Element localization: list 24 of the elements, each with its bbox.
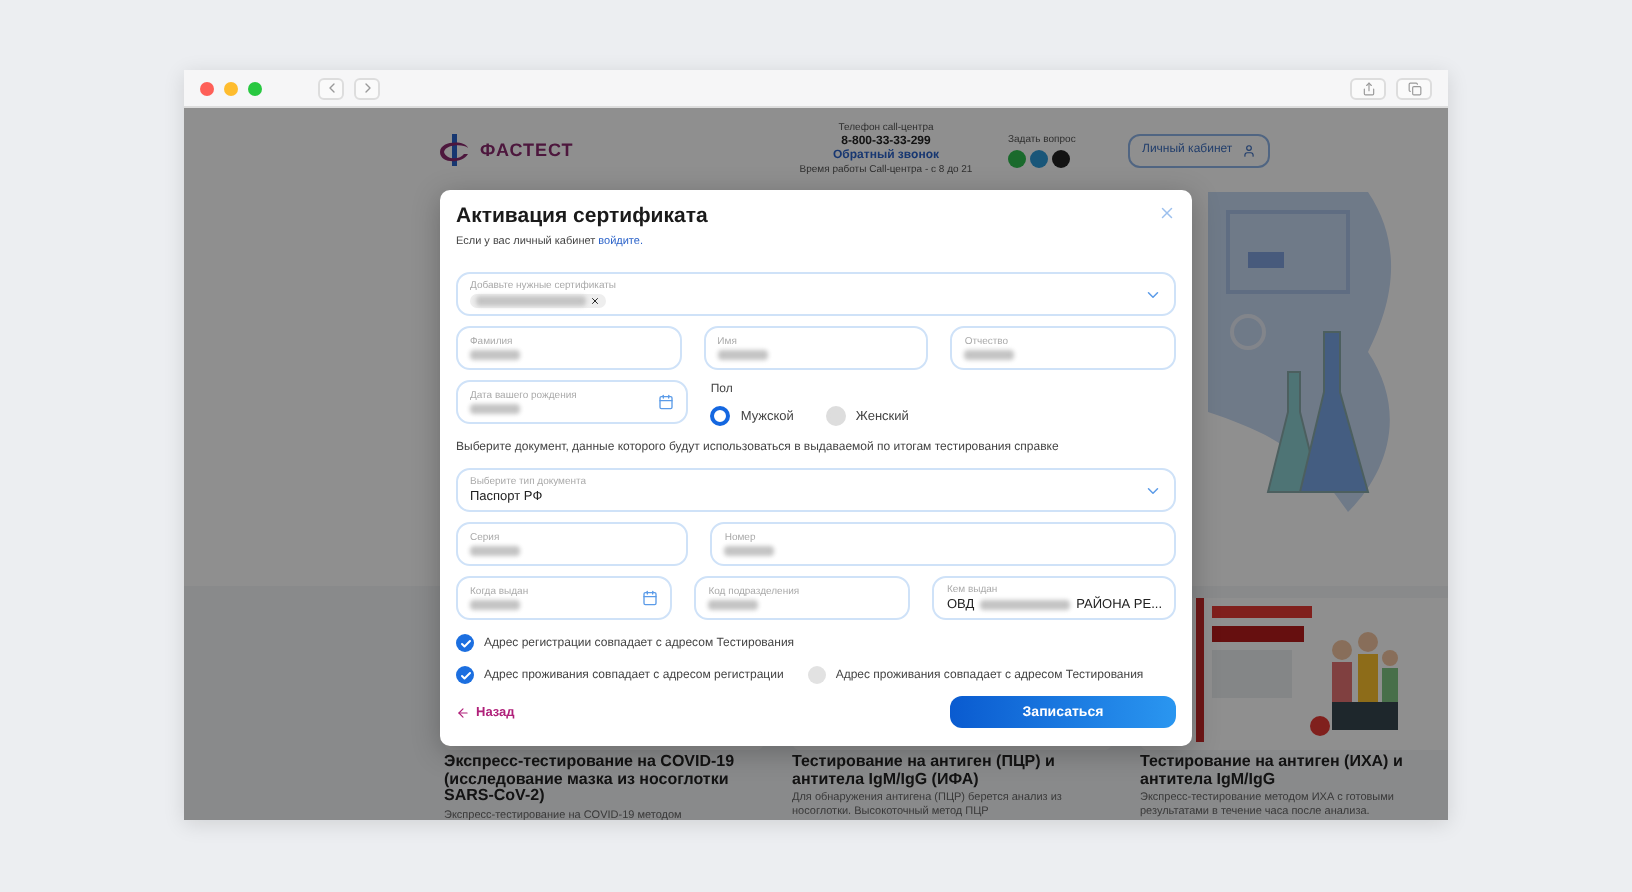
arrow-left-icon bbox=[456, 705, 470, 719]
card-title[interactable]: Экспресс-тестирование на COVID-19 (исследование мазка из носоглотки SARS-CoV-2) bbox=[444, 754, 764, 805]
logo-text: ФАСТЕСТ bbox=[480, 140, 574, 160]
checkbox[interactable] bbox=[456, 666, 474, 684]
card-title[interactable]: Тестирование на антиген (ПЦР) и антитела IgM/IgG (ИФА) bbox=[792, 754, 1112, 788]
checkbox[interactable] bbox=[807, 666, 826, 684]
card-title[interactable]: Тестирование на антиген (ИХА) и антитела IgM/IgG bbox=[1140, 754, 1448, 788]
maximize-window-icon[interactable] bbox=[248, 81, 262, 95]
logo-icon bbox=[436, 132, 472, 168]
calendar-icon[interactable] bbox=[658, 394, 675, 410]
copy-icon bbox=[1407, 81, 1421, 95]
back-button[interactable] bbox=[318, 77, 344, 99]
share-icon bbox=[1361, 81, 1375, 95]
calendar-icon[interactable] bbox=[642, 590, 659, 606]
close-window-icon[interactable] bbox=[200, 81, 214, 95]
close-icon[interactable] bbox=[1158, 204, 1176, 222]
radio-button[interactable] bbox=[710, 406, 731, 426]
forward-button[interactable] bbox=[354, 77, 380, 99]
modal-title: Активация сертификата bbox=[456, 204, 708, 228]
checkbox[interactable] bbox=[456, 634, 474, 652]
share-button[interactable] bbox=[1350, 77, 1386, 99]
minimize-window-icon[interactable] bbox=[224, 81, 238, 95]
tabs-button[interactable] bbox=[1396, 77, 1432, 99]
user-icon bbox=[1242, 143, 1257, 157]
